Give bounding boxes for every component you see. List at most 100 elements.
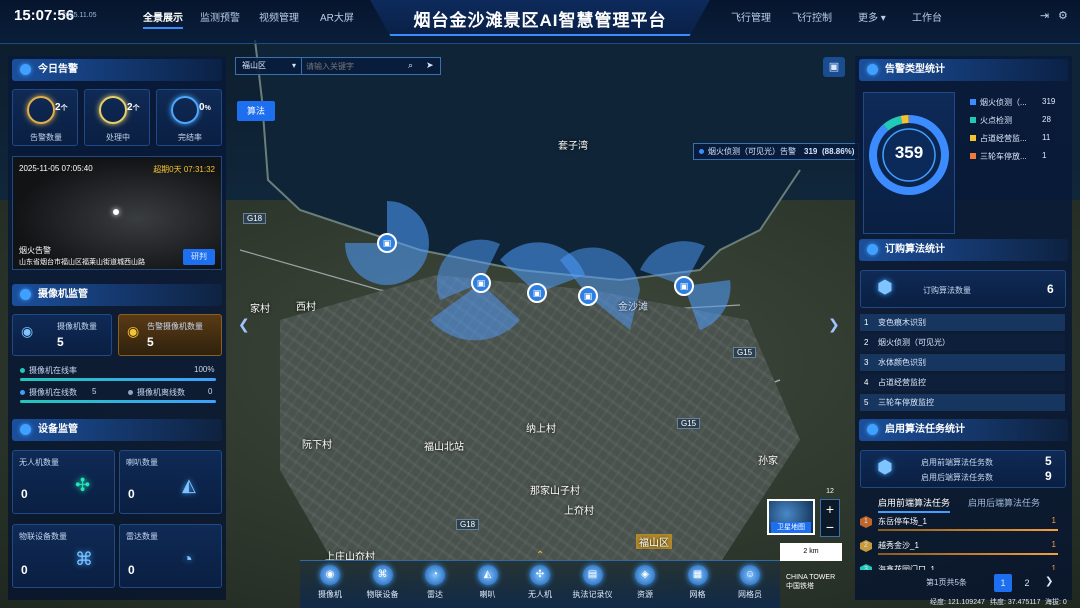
- completion-label: 完结率: [178, 133, 202, 142]
- next-page-icon[interactable]: ❯: [1045, 576, 1053, 587]
- algorithm-button[interactable]: 算法: [237, 101, 275, 121]
- judge-button[interactable]: 研判: [183, 249, 215, 265]
- iot-count-card[interactable]: 物联设备数量 0 ⌘: [12, 524, 115, 588]
- toolbar-item[interactable]: ◉ 摄像机: [305, 565, 355, 600]
- zoom-out-button[interactable]: −: [821, 518, 839, 536]
- road-tag: G18: [456, 519, 480, 530]
- chevron-up-icon[interactable]: ⌃: [536, 550, 544, 561]
- subscribe-card[interactable]: ⬢ 订购算法数量 6: [860, 270, 1066, 308]
- tab-back-task[interactable]: 启用后端算法任务: [968, 496, 1040, 509]
- collapse-right-icon[interactable]: ❯: [828, 316, 840, 333]
- legend-dot: [20, 390, 25, 395]
- algorithm-list-item[interactable]: 3 水体颜色识别: [860, 354, 1065, 371]
- toolbar-item[interactable]: ⌘ 物联设备: [358, 565, 408, 600]
- donut-card: 359: [863, 92, 955, 234]
- toolbar-item-label: 无人机: [528, 590, 552, 599]
- donut-slice[interactable]: [900, 115, 909, 124]
- map-label: 上夼村: [564, 506, 594, 517]
- toolbar-item[interactable]: ☺ 网格员: [725, 565, 775, 600]
- exit-icon[interactable]: ⇥: [1040, 9, 1049, 22]
- camera-marker-icon[interactable]: ▣: [578, 286, 598, 306]
- nav-workbench[interactable]: 工作台: [912, 9, 942, 24]
- toolbox-icon[interactable]: ▣: [823, 57, 845, 77]
- zoom-in-button[interactable]: +: [821, 500, 839, 518]
- alert-snapshot[interactable]: 2025-11-05 07:05:40 超期0天 07:31:32 烟火告警 山…: [12, 156, 222, 270]
- task-icon: ⬢: [877, 457, 893, 477]
- today-alert-header: 今日告警: [12, 59, 222, 81]
- online-count-label: 摄像机在线数: [20, 387, 77, 398]
- alert-type-row[interactable]: 占道经营监... 11: [970, 133, 1050, 144]
- alert-type-row[interactable]: 火点检测 28: [970, 115, 1051, 126]
- task-back-value: 9: [1045, 469, 1052, 483]
- page-1-button[interactable]: 1: [994, 574, 1012, 592]
- toolbar-item-icon: ☺: [740, 565, 760, 585]
- nav-monitor[interactable]: 监测预警: [200, 9, 240, 24]
- toolbar-item[interactable]: ▤ 执法记录仪: [568, 565, 618, 600]
- alert-type-row[interactable]: 三轮车停放... 1: [970, 151, 1046, 162]
- speaker-icon: ◭: [182, 475, 196, 495]
- camera-marker-icon[interactable]: ▣: [527, 283, 547, 303]
- nav-video[interactable]: 视频管理: [259, 9, 299, 24]
- nav-flight-manage[interactable]: 飞行管理: [731, 9, 771, 24]
- processing-card[interactable]: 2个 处理中: [84, 89, 150, 146]
- page-2-button[interactable]: 2: [1018, 574, 1036, 592]
- alert-type-name: 烟火侦测（...: [980, 98, 1027, 107]
- header-label: 启用算法任务统计: [885, 424, 965, 435]
- iot-count-label: 物联设备数量: [19, 532, 67, 541]
- popup-count: 319: [804, 147, 818, 156]
- algorithm-list-item[interactable]: 2 烟火侦测（可见光）: [860, 334, 1065, 351]
- task-bar: [878, 553, 1058, 555]
- task-header: 启用算法任务统计: [859, 419, 1068, 441]
- online-rate-label: 摄像机在线率: [20, 365, 77, 376]
- toolbar-item-label: 执法记录仪: [572, 590, 613, 599]
- camera-marker-icon[interactable]: ▣: [674, 276, 694, 296]
- toolbar-item[interactable]: ◔ 雷达: [410, 565, 460, 600]
- collapse-left-icon[interactable]: ❮: [238, 316, 250, 333]
- algorithm-list-item[interactable]: 5 三轮车停放监控: [860, 394, 1065, 411]
- alarm-camera-card[interactable]: ◉ 告警摄像机数量 5: [118, 314, 222, 356]
- alert-count-card[interactable]: 2个 告警数量: [12, 89, 78, 146]
- nav-flight-control[interactable]: 飞行控制: [792, 9, 832, 24]
- radar-count-value: 0: [128, 563, 135, 577]
- satellite-toggle[interactable]: 卫星地图: [767, 499, 815, 535]
- speaker-count-card[interactable]: 喇叭数量 0 ◭: [119, 450, 222, 514]
- task-row[interactable]: 1 东岳停车场_1 1: [860, 514, 1064, 536]
- toolbar-item[interactable]: ◈ 资源: [620, 565, 670, 600]
- bell-icon: [27, 96, 55, 124]
- toolbar-item[interactable]: ✣ 无人机: [515, 565, 565, 600]
- gear-icon[interactable]: ⚙: [1058, 9, 1068, 22]
- radar-count-label: 雷达数量: [126, 532, 158, 541]
- alarm-camera-value: 5: [147, 335, 154, 349]
- camera-marker-icon[interactable]: ▣: [471, 273, 491, 293]
- nav-overview[interactable]: 全景展示: [143, 9, 183, 29]
- algorithm-name: 水体颜色识别: [878, 358, 926, 367]
- drone-count-card[interactable]: 无人机数量 0 ✣: [12, 450, 115, 514]
- alert-type-row[interactable]: 烟火侦测（... 319: [970, 97, 1055, 108]
- algorithm-name: 烟火侦测（可见光）: [878, 338, 950, 347]
- radar-count-card[interactable]: 雷达数量 0 ◔: [119, 524, 222, 588]
- task-card[interactable]: ⬢ 启用前端算法任务数 5 启用后端算法任务数 9: [860, 450, 1066, 488]
- toolbar-item[interactable]: ◭ 喇叭: [463, 565, 513, 600]
- district-select[interactable]: 福山区 ▾: [236, 58, 302, 74]
- drone-count-label: 无人机数量: [19, 458, 59, 467]
- algorithm-index: 3: [864, 358, 869, 367]
- nav-more[interactable]: 更多 ▾: [858, 9, 886, 24]
- search-icon[interactable]: ⌕: [408, 60, 413, 71]
- alert-popup: 烟火侦测（可见光）告警 319 (88.86%): [693, 143, 859, 160]
- search-input[interactable]: [306, 59, 406, 73]
- camera-count-card[interactable]: ◉ 摄像机数量 5: [12, 314, 112, 356]
- camera-marker-icon[interactable]: ▣: [377, 233, 397, 253]
- camera-count-label: 摄像机数量: [57, 322, 97, 331]
- nav-ar[interactable]: AR大屏: [320, 9, 354, 24]
- task-row[interactable]: 3 海鑫花园门口_1 1: [860, 562, 1064, 570]
- tab-front-task[interactable]: 启用前端算法任务: [878, 496, 951, 513]
- task-row[interactable]: 2 越秀金沙_1 1: [860, 538, 1064, 560]
- completion-card[interactable]: 0% 完结率: [156, 89, 222, 146]
- locate-icon[interactable]: ➤: [426, 60, 434, 71]
- donut-slice[interactable]: [883, 115, 903, 131]
- alert-type-name: 三轮车停放...: [980, 152, 1027, 161]
- toolbar-item[interactable]: ▦ 网格: [673, 565, 723, 600]
- algorithm-list-item[interactable]: 4 占道经营监控: [860, 374, 1065, 391]
- algorithm-list-item[interactable]: 1 变色痕木识别: [860, 314, 1065, 331]
- map-label: 金沙滩: [618, 302, 648, 313]
